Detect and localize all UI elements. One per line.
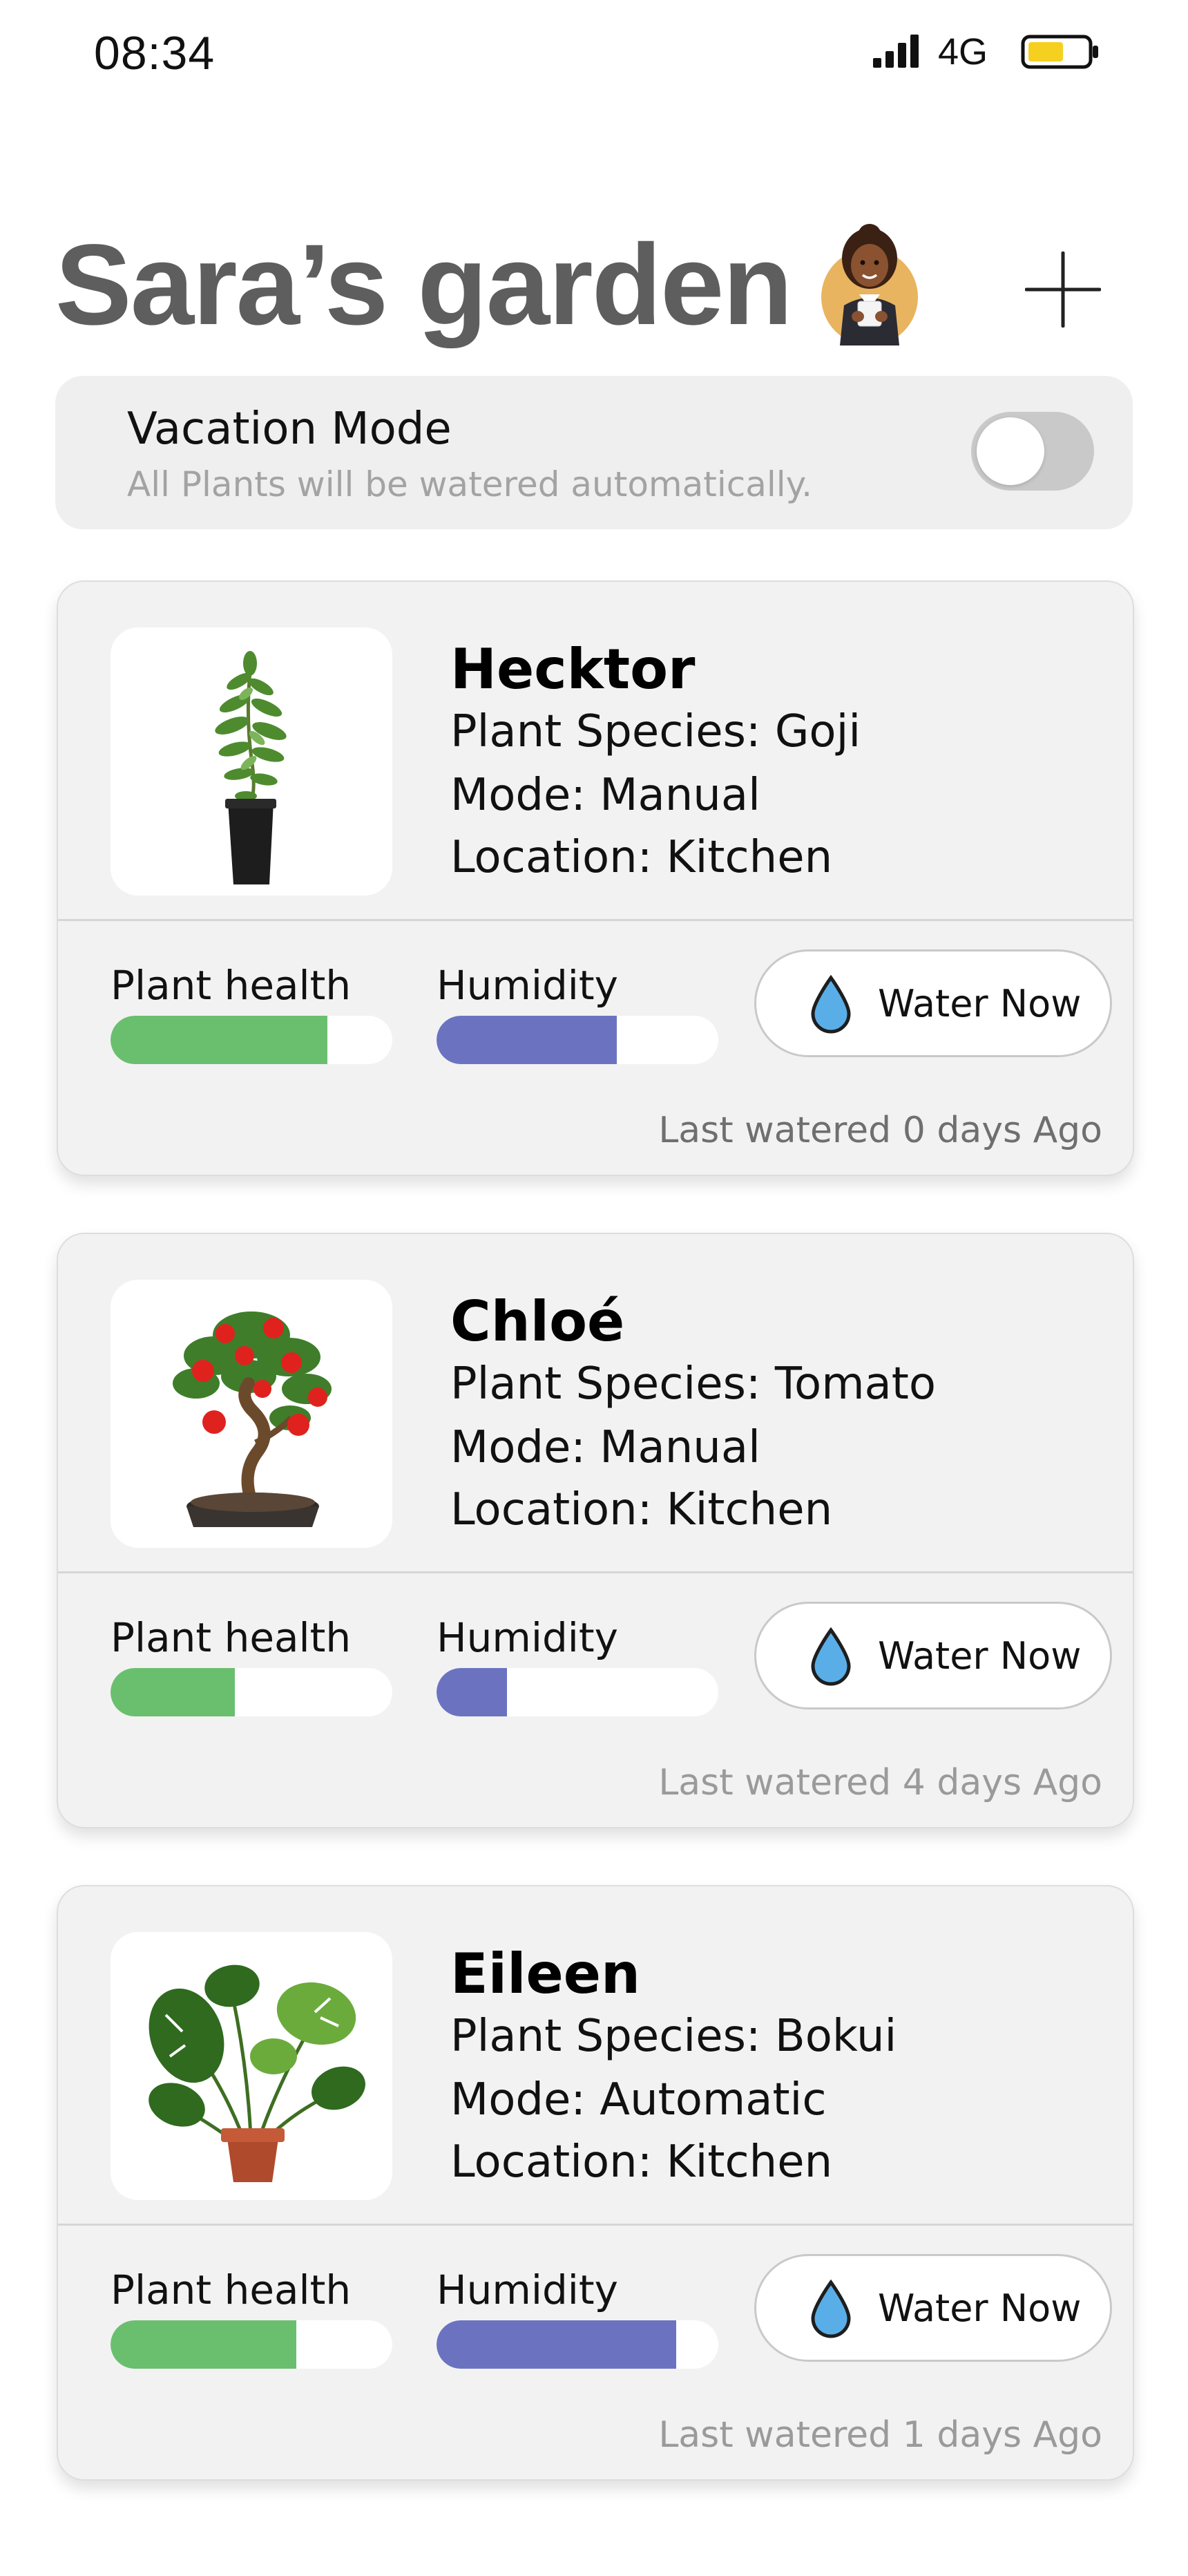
plant-health-fill [111, 1016, 328, 1064]
plant-image [111, 1932, 392, 2200]
last-watered-text: Last watered 1 days Ago [658, 2414, 1102, 2456]
plant-health-bar [111, 1016, 392, 1064]
add-plant-button[interactable] [1025, 252, 1101, 328]
vacation-mode-toggle[interactable] [971, 412, 1094, 491]
plant-health-label: Plant health [111, 1614, 352, 1661]
card-divider [58, 2224, 1133, 2226]
battery-icon [1021, 35, 1098, 69]
water-now-label: Water Now [878, 1634, 1082, 1678]
woman-avatar-icon [821, 224, 918, 345]
vacation-mode-subtitle: All Plants will be watered automatically… [127, 464, 813, 504]
last-watered-text: Last watered 4 days Ago [658, 1762, 1102, 1803]
plant-card[interactable]: Hecktor Plant Species: Goji Mode: Manual… [57, 580, 1134, 1176]
water-drop-icon [811, 975, 851, 1034]
plant-name: Hecktor [450, 637, 696, 701]
humidity-bar [437, 1668, 718, 1716]
tomato-bonsai-icon [173, 1311, 332, 1527]
plant-mode: Mode: Automatic [450, 2074, 827, 2125]
plant-health-label: Plant health [111, 962, 352, 1009]
plant-species: Plant Species: Tomato [450, 1358, 936, 1410]
plant-species: Plant Species: Goji [450, 706, 861, 757]
plant-mode: Mode: Manual [450, 770, 760, 821]
humidity-label: Humidity [437, 962, 618, 1009]
plant-health-fill [111, 1668, 235, 1716]
plant-health-bar [111, 1668, 392, 1716]
water-now-button[interactable]: Water Now [754, 949, 1112, 1057]
plant-health-fill [111, 2320, 297, 2369]
plant-mode: Mode: Manual [450, 1422, 760, 1473]
status-bar: 08:34 4G [0, 0, 1188, 104]
network-label: 4G [938, 31, 988, 73]
status-time: 08:34 [94, 27, 215, 79]
card-divider [58, 919, 1133, 921]
signal-icon [873, 35, 919, 68]
plant-location: Location: Kitchen [450, 1484, 833, 1535]
plant-location: Location: Kitchen [450, 832, 833, 883]
plant-image [111, 1280, 392, 1548]
last-watered-text: Last watered 0 days Ago [658, 1110, 1102, 1151]
water-drop-icon [811, 2280, 851, 2338]
vacation-mode-card: Vacation Mode All Plants will be watered… [55, 376, 1133, 529]
plant-health-label: Plant health [111, 2266, 352, 2313]
water-now-label: Water Now [878, 2286, 1082, 2330]
plant-card[interactable]: Chloé Plant Species: Tomato Mode: Manual… [57, 1233, 1134, 1828]
page-title: Sara’s garden [55, 221, 793, 349]
humidity-label: Humidity [437, 1614, 618, 1661]
plant-image [111, 627, 392, 896]
humidity-bar [437, 1016, 718, 1064]
humidity-fill [437, 1668, 507, 1716]
card-divider [58, 1571, 1133, 1573]
plant-species: Plant Species: Bokui [450, 2011, 897, 2062]
plant-name: Chloé [450, 1289, 625, 1354]
plant-card[interactable]: Eileen Plant Species: Bokui Mode: Automa… [57, 1885, 1134, 2481]
water-now-label: Water Now [878, 982, 1082, 1025]
monstera-plant-icon [148, 1964, 365, 2182]
plant-name: Eileen [450, 1942, 640, 2006]
plant-health-bar [111, 2320, 392, 2369]
humidity-bar [437, 2320, 718, 2369]
plant-location: Location: Kitchen [450, 2137, 833, 2188]
humidity-fill [437, 1016, 617, 1064]
vacation-mode-title: Vacation Mode [127, 404, 452, 455]
water-drop-icon [811, 1627, 851, 1686]
goji-plant-icon [215, 651, 287, 884]
water-now-button[interactable]: Water Now [754, 2254, 1112, 2362]
humidity-label: Humidity [437, 2266, 618, 2313]
water-now-button[interactable]: Water Now [754, 1602, 1112, 1710]
toggle-knob [977, 417, 1044, 485]
humidity-fill [437, 2320, 676, 2369]
